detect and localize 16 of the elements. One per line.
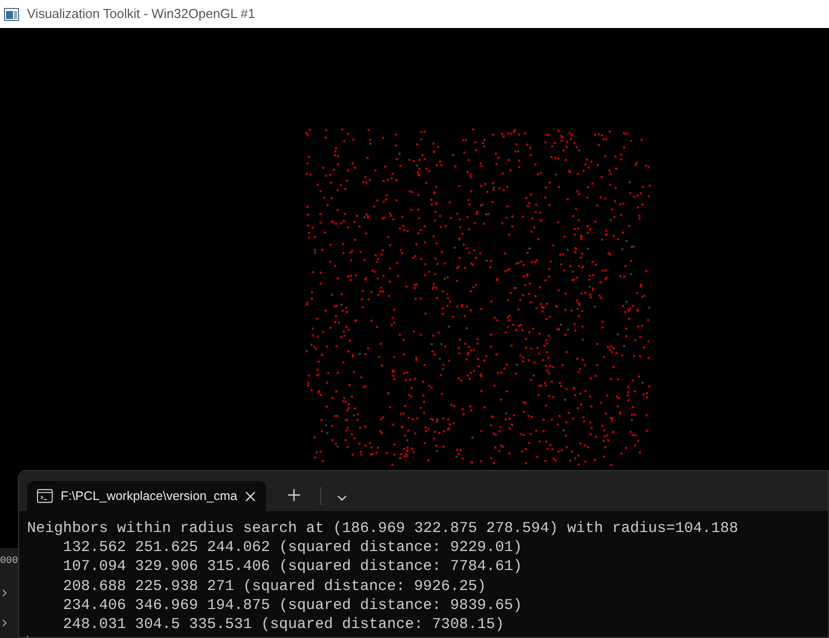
app-icon xyxy=(4,8,19,20)
window-title: Visualization Toolkit - Win32OpenGL #1 xyxy=(27,5,256,24)
dropdown-button[interactable] xyxy=(337,495,347,501)
output-line: 208.688 225.938 271 (squared distance: 9926.25) xyxy=(63,578,486,595)
terminal-tab[interactable]: F:\PCL_workplace\version_cma xyxy=(27,481,266,511)
terminal-icon xyxy=(37,489,53,503)
output-line: 132.562 251.625 244.062 (squared distance: 9229.01) xyxy=(63,539,522,556)
output-line: 234.406 346.969 194.875 (squared distance: 9839.65) xyxy=(63,596,522,614)
chevron-icon xyxy=(2,589,8,597)
output-line: 248.031 304.5 335.531 (squared distance: 7308.15) xyxy=(63,616,504,634)
close-icon[interactable] xyxy=(245,490,256,502)
new-tab-button[interactable] xyxy=(288,489,300,501)
output-line: Neighbors within radius search at (186.969 322.875 278.594) with radius=104.188 xyxy=(27,519,738,538)
output-line: 107.094 329.906 315.406 (squared distance: 7784.61) xyxy=(63,558,522,576)
chevron-icon xyxy=(2,619,8,627)
window-text: 000 xyxy=(0,555,18,569)
